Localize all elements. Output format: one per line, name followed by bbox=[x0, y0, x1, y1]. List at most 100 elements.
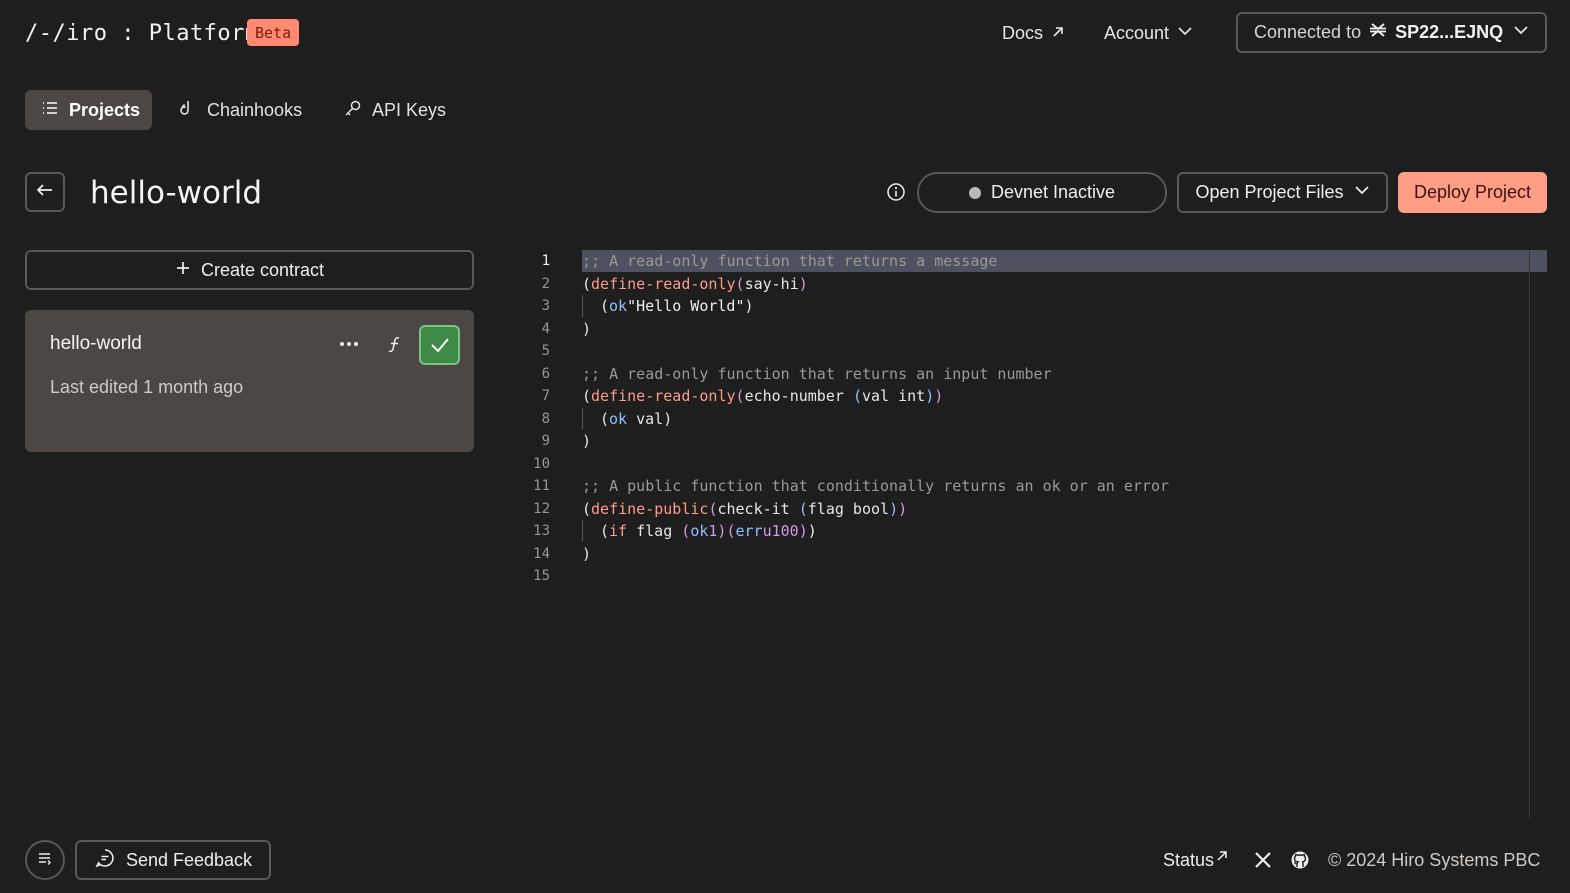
check-icon[interactable] bbox=[419, 325, 460, 365]
code-line[interactable]: 12 (define-public (check-it (flag bool)) bbox=[520, 498, 1547, 521]
chat-bubble-icon bbox=[94, 847, 116, 874]
code-text: ;; A read-only function that returns a m… bbox=[582, 250, 1547, 273]
contract-card[interactable]: hello-world Last edited 1 month ago bbox=[25, 310, 474, 452]
code-line[interactable]: 8 (ok val) bbox=[520, 407, 1547, 431]
page-title: hello-world bbox=[90, 175, 263, 211]
code-text: (ok val) bbox=[582, 407, 1547, 430]
contract-name: hello-world bbox=[50, 333, 142, 354]
list-icon bbox=[41, 99, 59, 122]
line-number: 7 bbox=[541, 388, 550, 405]
hook-icon bbox=[179, 99, 197, 122]
chevron-down-icon bbox=[1513, 22, 1529, 43]
docs-link[interactable]: Docs bbox=[1002, 16, 1065, 50]
external-link-icon bbox=[1051, 23, 1065, 44]
code-text: (if flag (ok 1) (err u100)) bbox=[582, 520, 1547, 543]
line-number: 15 bbox=[533, 568, 550, 585]
indent-guide bbox=[582, 520, 583, 543]
code-text: (define-public (check-it (flag bool)) bbox=[582, 499, 908, 518]
plus-icon bbox=[175, 260, 191, 281]
code-line[interactable]: 7 (define-read-only (echo-number (val int… bbox=[520, 385, 1547, 408]
line-number: 4 bbox=[541, 320, 550, 337]
beta-badge: Beta bbox=[247, 19, 300, 46]
line-number: 11 bbox=[533, 478, 550, 495]
stacks-icon bbox=[1369, 21, 1387, 44]
line-number: 9 bbox=[541, 433, 550, 450]
code-text: (define-read-only (say-hi) bbox=[582, 274, 808, 293]
info-icon[interactable] bbox=[885, 181, 907, 203]
code-text: ) bbox=[582, 319, 592, 338]
code-text: ) bbox=[582, 544, 592, 563]
line-number: 8 bbox=[541, 410, 550, 427]
tab-projects[interactable]: Projects bbox=[25, 90, 152, 130]
line-number: 1 bbox=[541, 253, 550, 270]
code-line[interactable]: 15 bbox=[520, 565, 1547, 588]
code-line[interactable]: 10 bbox=[520, 453, 1547, 476]
code-line[interactable]: 9) bbox=[520, 430, 1547, 453]
tab-projects-label: Projects bbox=[69, 99, 141, 120]
devnet-status-button[interactable]: Devnet Inactive bbox=[917, 172, 1167, 213]
create-contract-button[interactable]: Create contract bbox=[25, 250, 474, 290]
editor-scrollbar[interactable] bbox=[1529, 250, 1530, 818]
line-number: 5 bbox=[541, 343, 550, 360]
code-line[interactable]: 4) bbox=[520, 318, 1547, 341]
status-dot-icon bbox=[968, 186, 981, 199]
menu-icon bbox=[37, 850, 53, 871]
create-contract-label: Create contract bbox=[200, 259, 325, 280]
key-icon bbox=[344, 99, 362, 122]
code-line[interactable]: 5 bbox=[520, 340, 1547, 363]
app-logo[interactable]: /-/iro : Platform bbox=[25, 16, 259, 50]
status-link[interactable]: Status bbox=[1163, 846, 1228, 874]
devnet-status-label: Devnet Inactive bbox=[990, 182, 1116, 202]
code-line[interactable]: 13 (if flag (ok 1) (err u100)) bbox=[520, 520, 1547, 543]
x-twitter-icon[interactable] bbox=[1252, 849, 1274, 871]
code-line[interactable]: 11 ;; A public function that conditionall… bbox=[520, 475, 1547, 498]
tab-api-keys[interactable]: API Keys bbox=[328, 90, 462, 130]
function-icon[interactable] bbox=[380, 329, 410, 359]
copyright-text: © 2024 Hiro Systems PBC bbox=[1328, 849, 1541, 870]
connected-prefix: Connected to bbox=[1254, 22, 1362, 42]
code-text: ) bbox=[582, 432, 592, 451]
arrow-left-icon bbox=[35, 180, 55, 205]
code-text: ;; A read-only function that returns an … bbox=[582, 364, 1052, 383]
code-text: (define-read-only (echo-number (val int)… bbox=[582, 387, 944, 406]
line-number: 14 bbox=[533, 545, 550, 562]
code-line[interactable]: 14) bbox=[520, 543, 1547, 566]
back-button[interactable] bbox=[25, 172, 65, 212]
open-project-files-button[interactable]: Open Project Files bbox=[1177, 172, 1388, 213]
indent-guide bbox=[582, 407, 583, 430]
status-label: Status bbox=[1163, 849, 1215, 870]
open-files-label: Open Project Files bbox=[1195, 182, 1344, 202]
code-line[interactable]: 1 ;; A read-only function that returns a … bbox=[520, 250, 1547, 273]
line-number: 2 bbox=[541, 275, 550, 292]
chevron-down-icon bbox=[1354, 182, 1370, 203]
line-number: 6 bbox=[541, 365, 550, 382]
code-line[interactable]: 3 (ok "Hello World") bbox=[520, 295, 1547, 318]
line-number: 12 bbox=[533, 500, 550, 517]
line-number: 13 bbox=[533, 523, 550, 540]
docs-label: Docs bbox=[1002, 22, 1044, 43]
wallet-connection-button[interactable]: Connected to SP22...EJNQ bbox=[1236, 12, 1547, 53]
chevron-down-icon bbox=[1177, 23, 1193, 44]
github-icon[interactable] bbox=[1289, 849, 1311, 871]
account-menu[interactable]: Account bbox=[1104, 16, 1193, 50]
sidebar-toggle-button[interactable] bbox=[25, 840, 65, 880]
more-options-icon[interactable] bbox=[334, 329, 364, 359]
send-feedback-label: Send Feedback bbox=[125, 849, 253, 870]
line-number: 3 bbox=[541, 298, 550, 315]
deploy-project-button[interactable]: Deploy Project bbox=[1398, 172, 1547, 213]
code-text: ;; A public function that conditionally … bbox=[582, 477, 1169, 496]
tab-api-keys-label: API Keys bbox=[372, 99, 447, 120]
line-number: 10 bbox=[533, 455, 550, 472]
last-edited-text: Last edited 1 month ago bbox=[50, 377, 244, 397]
account-label: Account bbox=[1104, 22, 1170, 43]
external-link-icon bbox=[1216, 846, 1228, 867]
code-editor[interactable]: 1 ;; A read-only function that returns a … bbox=[520, 250, 1547, 820]
tab-chainhooks[interactable]: Chainhooks bbox=[163, 90, 318, 130]
tab-chainhooks-label: Chainhooks bbox=[207, 99, 303, 120]
code-line[interactable]: 6 ;; A read-only function that returns an… bbox=[520, 363, 1547, 386]
code-line[interactable]: 2 (define-read-only (say-hi) bbox=[520, 273, 1547, 296]
send-feedback-button[interactable]: Send Feedback bbox=[75, 840, 271, 880]
